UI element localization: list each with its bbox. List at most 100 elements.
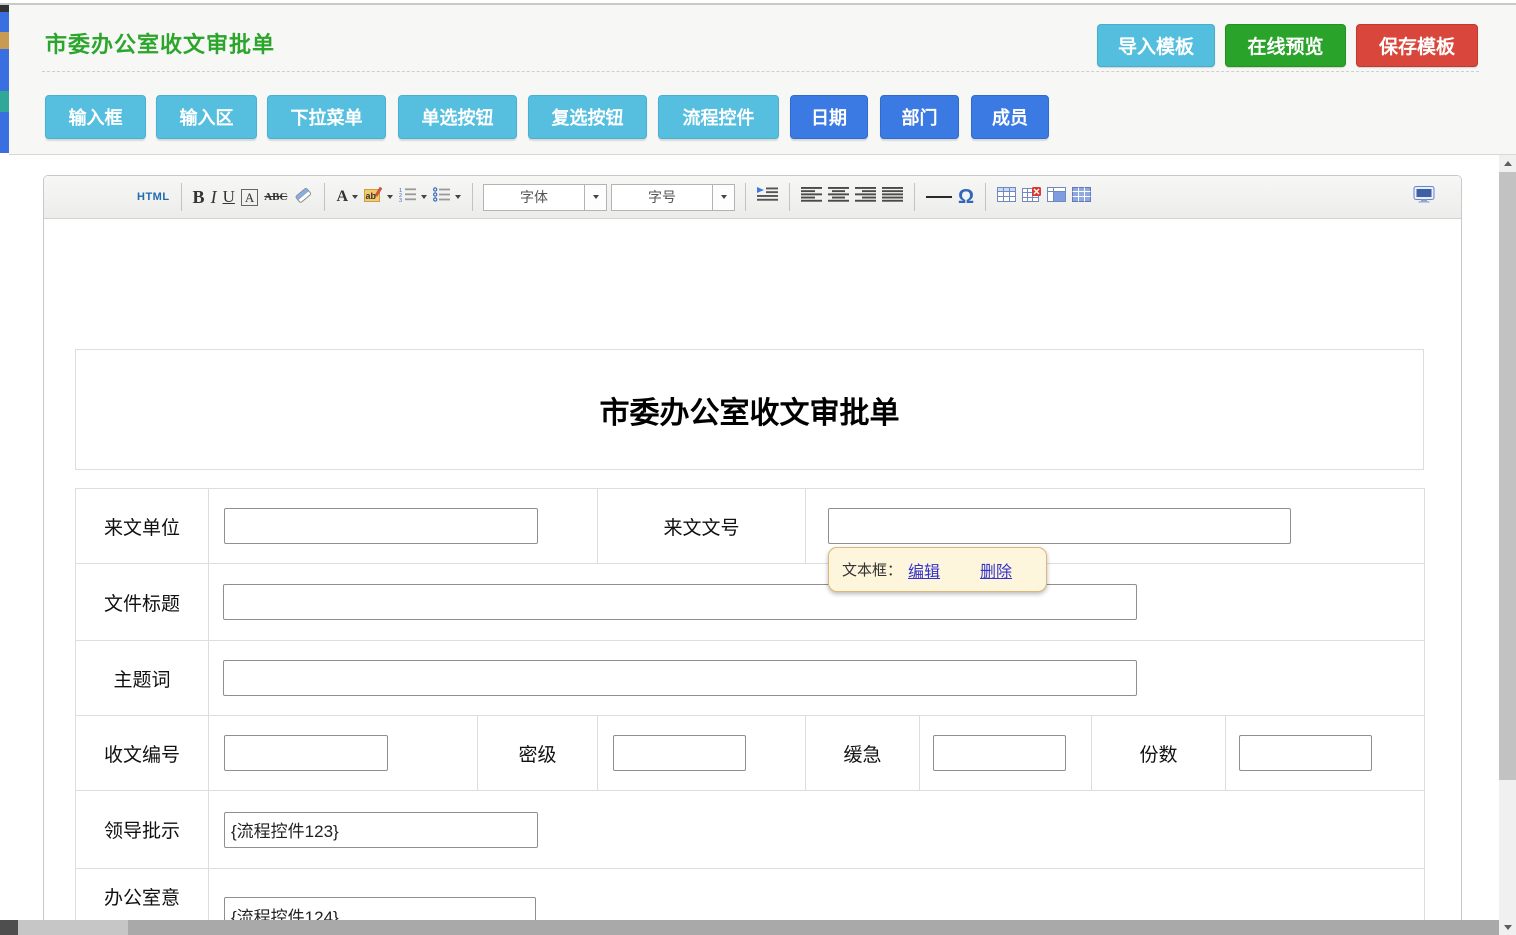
indent-button[interactable] (757, 182, 778, 212)
component-button-member[interactable]: 成员 (971, 95, 1049, 139)
table-cell-icon (1047, 187, 1066, 207)
cell-security (598, 716, 806, 791)
scroll-down-button[interactable] (1499, 919, 1516, 935)
align-right-button[interactable] (855, 182, 876, 212)
align-left-icon (801, 187, 822, 207)
toolbar-separator (745, 183, 746, 211)
chevron-down-icon (455, 195, 461, 199)
urgency-input[interactable] (933, 735, 1066, 771)
edit-link[interactable]: 编辑 (908, 558, 940, 582)
form-title: 市委办公室收文审批单 (75, 349, 1424, 470)
strikethrough-button[interactable]: ABC (264, 182, 287, 212)
toolbar-separator (985, 183, 986, 211)
table-row: 领导批示 (76, 791, 1425, 869)
component-button-checkbox[interactable]: 复选按钮 (528, 95, 647, 139)
fullscreen-icon (1413, 186, 1435, 208)
approval-form-table: 来文单位 来文文号 文件标题 主题词 收文编号 密级 缓急 份数 领导批示 (75, 488, 1425, 935)
receipt-no-input[interactable] (224, 735, 388, 771)
toolbar-separator (789, 183, 790, 211)
security-input[interactable] (613, 735, 746, 771)
font-family-value: 字体 (484, 185, 584, 210)
scroll-down-icon (1504, 925, 1512, 930)
italic-icon: I (211, 187, 217, 208)
label-doc-number: 来文文号 (598, 489, 806, 564)
copies-input[interactable] (1239, 735, 1372, 771)
chevron-down-icon (352, 195, 358, 199)
label-receipt-no: 收文编号 (76, 716, 209, 791)
table-props-button[interactable] (1072, 182, 1091, 212)
svg-text:3: 3 (399, 198, 402, 202)
indent-icon (757, 187, 778, 207)
insert-table-button[interactable] (997, 182, 1016, 212)
unordered-list-button[interactable] (433, 182, 461, 212)
window-bottom-edge (0, 920, 1499, 935)
component-button-input-area[interactable]: 输入区 (156, 95, 257, 139)
align-left-button[interactable] (801, 182, 822, 212)
label-urgency: 缓急 (806, 716, 920, 791)
table-row: 收文编号 密级 缓急 份数 (76, 716, 1425, 791)
background-window-edge (0, 5, 9, 153)
scroll-up-icon (1504, 161, 1512, 166)
component-button-radio[interactable]: 单选按钮 (398, 95, 517, 139)
font-family-dropdown-button[interactable] (584, 185, 606, 210)
font-color-button[interactable]: A (336, 182, 358, 212)
leader-note-input[interactable] (224, 812, 538, 848)
doc-number-input[interactable] (828, 508, 1291, 544)
cell-source-unit (209, 489, 598, 564)
component-button-flow-control[interactable]: 流程控件 (658, 95, 779, 139)
strikethrough-icon: ABC (264, 191, 287, 203)
unordered-list-icon (433, 187, 451, 207)
toolbar-separator (472, 183, 473, 211)
window-bottom-fragment (0, 920, 18, 935)
bold-button[interactable]: B (193, 182, 205, 212)
highlight-button[interactable]: ab (364, 182, 393, 212)
vertical-scrollbar[interactable] (1499, 155, 1516, 935)
align-center-icon (828, 187, 849, 207)
table-row: 文件标题 (76, 564, 1425, 641)
svg-text:ab: ab (366, 191, 377, 201)
header-panel: 市委办公室收文审批单 导入模板 在线预览 保存模板 输入框 输入区 下拉菜单 单… (9, 5, 1516, 155)
chevron-down-icon (721, 195, 727, 199)
special-char-button[interactable]: Ω (958, 182, 974, 212)
table-cell-button[interactable] (1047, 182, 1066, 212)
italic-button[interactable]: I (211, 182, 217, 212)
ordered-list-icon: 123 (399, 187, 417, 207)
component-button-input-box[interactable]: 输入框 (45, 95, 146, 139)
scrollbar-thumb[interactable] (1499, 172, 1516, 780)
window-bottom-fragment (18, 920, 128, 935)
toolbar-separator (324, 183, 325, 211)
label-security: 密级 (478, 716, 598, 791)
label-doc-title: 文件标题 (76, 564, 209, 641)
rich-text-editor: HTML B I U A ABC A ab 123 字体 字号 Ω (43, 175, 1462, 935)
ordered-list-button[interactable]: 123 (399, 182, 427, 212)
source-unit-input[interactable] (224, 508, 538, 544)
underline-button[interactable]: U (223, 182, 235, 212)
tooltip-label: 文本框： (842, 559, 902, 580)
scroll-up-button[interactable] (1499, 155, 1516, 171)
bold-icon: B (193, 187, 205, 208)
label-keywords: 主题词 (76, 641, 209, 716)
background-window-fragment (0, 32, 9, 49)
keywords-input[interactable] (223, 660, 1137, 696)
delete-table-button[interactable] (1022, 182, 1041, 212)
editor-toolbar: HTML B I U A ABC A ab 123 字体 字号 Ω (44, 176, 1461, 219)
delete-table-icon (1022, 187, 1041, 207)
html-source-button[interactable]: HTML (137, 182, 170, 212)
component-button-date[interactable]: 日期 (790, 95, 868, 139)
component-button-department[interactable]: 部门 (880, 95, 959, 139)
fullscreen-button[interactable] (1413, 182, 1435, 212)
align-justify-button[interactable] (882, 182, 903, 212)
online-preview-button[interactable]: 在线预览 (1225, 24, 1346, 67)
font-size-select[interactable]: 字号 (611, 184, 735, 211)
import-template-button[interactable]: 导入模板 (1097, 24, 1215, 67)
delete-link[interactable]: 删除 (980, 558, 1012, 582)
horizontal-rule-button[interactable] (926, 182, 952, 212)
component-button-dropdown-menu[interactable]: 下拉菜单 (267, 95, 386, 139)
cell-receipt-no (209, 716, 478, 791)
align-center-button[interactable] (828, 182, 849, 212)
font-size-dropdown-button[interactable] (712, 185, 734, 210)
font-family-select[interactable]: 字体 (483, 184, 607, 211)
char-border-button[interactable]: A (241, 182, 258, 212)
eraser-button[interactable] (293, 182, 313, 212)
save-template-button[interactable]: 保存模板 (1356, 24, 1478, 67)
